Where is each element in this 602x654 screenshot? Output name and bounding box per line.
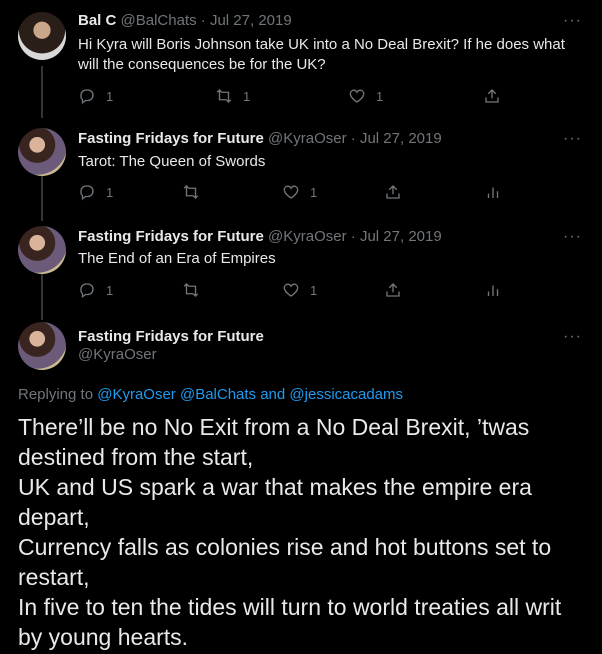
author-name[interactable]: Bal C — [78, 12, 116, 29]
reply-count: 1 — [106, 88, 114, 104]
analytics-icon — [487, 285, 499, 296]
like-count: 1 — [310, 282, 318, 298]
reply-icon — [80, 185, 94, 201]
like-count: 1 — [310, 184, 318, 200]
author-name[interactable]: Fasting Fridays for Future — [78, 228, 264, 245]
avatar[interactable] — [18, 226, 66, 274]
retweet-button[interactable] — [182, 281, 200, 299]
tweet-actions: 1 1 — [78, 183, 518, 203]
tweet-bal-c[interactable]: Bal C @BalChats · Jul 27, 2019 ··· Hi Ky… — [0, 0, 602, 118]
separator-dot: · — [350, 228, 356, 245]
reply-icon — [80, 89, 94, 105]
more-options-icon[interactable]: ··· — [563, 228, 582, 246]
like-button[interactable]: 1 — [348, 87, 383, 105]
reply-count: 1 — [106, 282, 114, 298]
tweet-kyra-1[interactable]: Fasting Fridays for Future @KyraOser · J… — [0, 118, 602, 218]
like-button[interactable]: 1 — [282, 281, 317, 299]
tweet-body: There’ll be no No Exit from a No Deal Br… — [18, 414, 562, 650]
retweet-icon — [183, 283, 199, 297]
separator-dot: · — [200, 12, 206, 29]
retweet-icon — [216, 89, 232, 103]
tweet-header: Fasting Fridays for Future — [78, 328, 264, 345]
tweet-date[interactable]: Jul 27, 2019 — [360, 130, 442, 147]
separator-dot: · — [350, 130, 356, 147]
tweet-text: The End of an Era of Empires — [78, 250, 276, 267]
avatar[interactable] — [18, 322, 66, 370]
retweet-icon — [183, 185, 199, 199]
analytics-icon — [487, 187, 499, 198]
tweet-header: Fasting Fridays for Future @KyraOser · J… — [78, 228, 442, 245]
more-options-icon[interactable]: ··· — [563, 130, 582, 148]
reply-button[interactable]: 1 — [78, 183, 113, 201]
more-options-icon[interactable]: ··· — [563, 328, 582, 346]
like-button[interactable]: 1 — [282, 183, 317, 201]
retweet-button[interactable]: 1 — [215, 87, 250, 105]
avatar[interactable] — [18, 128, 66, 176]
tweet-text: Tarot: The Queen of Swords — [78, 153, 266, 170]
share-button[interactable] — [384, 281, 402, 299]
author-handle[interactable]: @KyraOser — [268, 130, 347, 147]
more-options-icon[interactable]: ··· — [563, 12, 582, 30]
reply-icon — [80, 283, 94, 299]
share-button[interactable] — [384, 183, 402, 201]
tweet-actions: 1 1 — [78, 281, 518, 301]
heart-icon — [283, 283, 299, 297]
tweet-date[interactable]: Jul 27, 2019 — [360, 228, 442, 245]
like-count: 1 — [376, 88, 384, 104]
reply-count: 1 — [106, 184, 114, 200]
tweet-text: Hi Kyra will Boris Johnson take UK into … — [78, 36, 565, 73]
author-name[interactable]: Fasting Fridays for Future — [78, 328, 264, 345]
analytics-button[interactable] — [484, 183, 502, 201]
avatar[interactable] — [18, 12, 66, 60]
author-handle[interactable]: @KyraOser — [78, 346, 157, 363]
share-icon — [386, 185, 400, 199]
share-button[interactable] — [483, 87, 501, 105]
share-icon — [386, 283, 400, 297]
share-icon — [485, 89, 499, 103]
retweet-count: 1 — [243, 88, 251, 104]
tweet-date[interactable]: Jul 27, 2019 — [210, 12, 292, 29]
tweet-actions: 1 1 1 — [78, 87, 518, 107]
replying-to: Replying to @KyraOser @BalChats and @jes… — [18, 386, 403, 403]
replying-to-label: Replying to — [18, 386, 94, 403]
tweet-kyra-2[interactable]: Fasting Fridays for Future @KyraOser · J… — [0, 218, 602, 318]
analytics-button[interactable] — [484, 281, 502, 299]
tweet-header: Bal C @BalChats · Jul 27, 2019 — [78, 12, 292, 29]
heart-icon — [283, 185, 299, 199]
author-handle[interactable]: @BalChats — [121, 12, 197, 29]
replying-to-links[interactable]: @KyraOser @BalChats and @jessicacadams — [97, 386, 403, 403]
author-name[interactable]: Fasting Fridays for Future — [78, 130, 264, 147]
retweet-button[interactable] — [182, 183, 200, 201]
reply-button[interactable]: 1 — [78, 281, 113, 299]
author-handle[interactable]: @KyraOser — [268, 228, 347, 245]
heart-icon — [349, 89, 365, 103]
tweet-header: Fasting Fridays for Future @KyraOser · J… — [78, 130, 442, 147]
reply-button[interactable]: 1 — [78, 87, 113, 105]
